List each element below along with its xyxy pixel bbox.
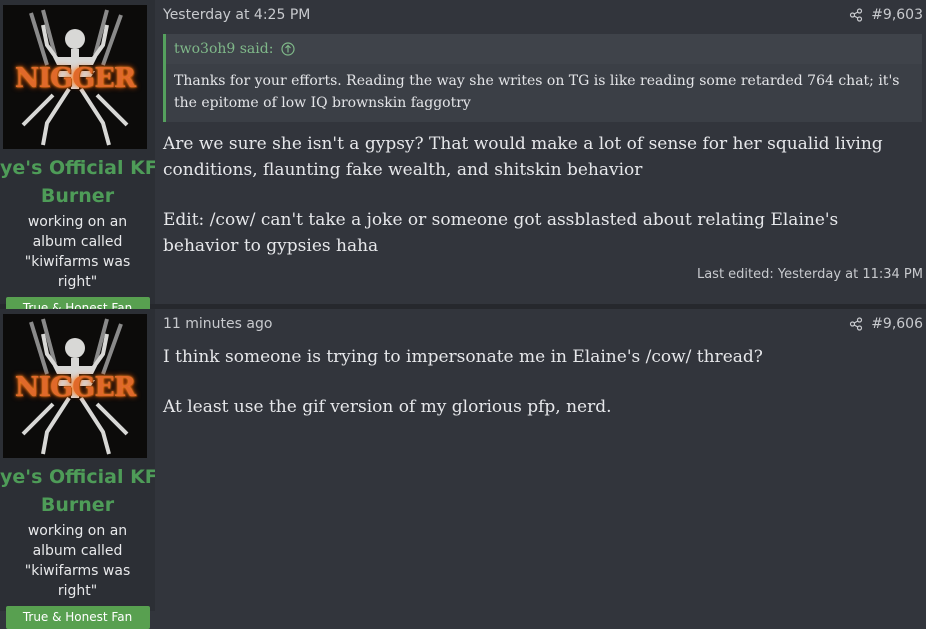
quote-text: Thanks for your efforts. Reading the way… xyxy=(174,73,900,111)
share-icon[interactable] xyxy=(849,317,863,331)
post-date[interactable]: Yesterday at 4:25 PM xyxy=(163,7,310,23)
post-paragraph: I think someone is trying to impersonate… xyxy=(163,347,763,367)
username-line[interactable]: Burner xyxy=(0,491,155,519)
post-main: 11 minutes ago #9,606 I think someone is… xyxy=(155,309,926,611)
post-number[interactable]: #9,603 xyxy=(871,7,923,23)
post-paragraph: Are we sure she isn't a gypsy? That woul… xyxy=(163,134,883,180)
post-meta: 11 minutes ago #9,606 xyxy=(163,316,923,334)
avatar[interactable]: NIGGER xyxy=(3,314,147,458)
username[interactable]: ye's Official KF Burner xyxy=(0,154,155,210)
post-body: Are we sure she isn't a gypsy? That woul… xyxy=(163,131,912,283)
arrow-up-circle-icon[interactable] xyxy=(281,42,296,56)
avatar[interactable]: NIGGER xyxy=(3,5,147,149)
post-paragraph: Edit: /cow/ can't take a joke or someone… xyxy=(163,210,839,256)
user-sidebar: NIGGER ye's Official KF Burner working o… xyxy=(0,309,155,629)
username-line[interactable]: Burner xyxy=(0,182,155,210)
username-line[interactable]: ye's Official KF xyxy=(0,463,155,491)
avatar-caption: NIGGER xyxy=(14,372,136,403)
last-edited: Last edited: Yesterday at 11:34 PM xyxy=(696,267,923,282)
user-sidebar: NIGGER ye's Official KF Burner working o… xyxy=(0,0,155,320)
user-banner: True & Honest Fan xyxy=(5,606,150,629)
quote-author[interactable]: two3oh9 said: xyxy=(174,41,273,57)
user-title: working on an album called "kiwifarms wa… xyxy=(24,523,131,599)
quote-header[interactable]: two3oh9 said: xyxy=(166,34,922,64)
post-date[interactable]: 11 minutes ago xyxy=(163,316,272,332)
post-paragraph: At least use the gif version of my glori… xyxy=(163,397,612,417)
avatar-caption: NIGGER xyxy=(14,63,136,94)
username-line[interactable]: ye's Official KF xyxy=(0,154,155,182)
post-number[interactable]: #9,606 xyxy=(871,316,923,332)
share-icon[interactable] xyxy=(849,8,863,22)
post-meta: Yesterday at 4:25 PM #9,603 xyxy=(163,7,923,25)
username[interactable]: ye's Official KF Burner xyxy=(0,463,155,519)
user-title: working on an album called "kiwifarms wa… xyxy=(24,214,131,290)
post: NIGGER ye's Official KF Burner working o… xyxy=(0,309,926,629)
post-main: Yesterday at 4:25 PM #9,603 two3oh9 said… xyxy=(155,0,926,304)
quote-block: two3oh9 said: Thanks for your efforts. R… xyxy=(163,34,922,122)
post: NIGGER ye's Official KF Burner working o… xyxy=(0,0,926,320)
post-body: I think someone is trying to impersonate… xyxy=(163,344,912,444)
